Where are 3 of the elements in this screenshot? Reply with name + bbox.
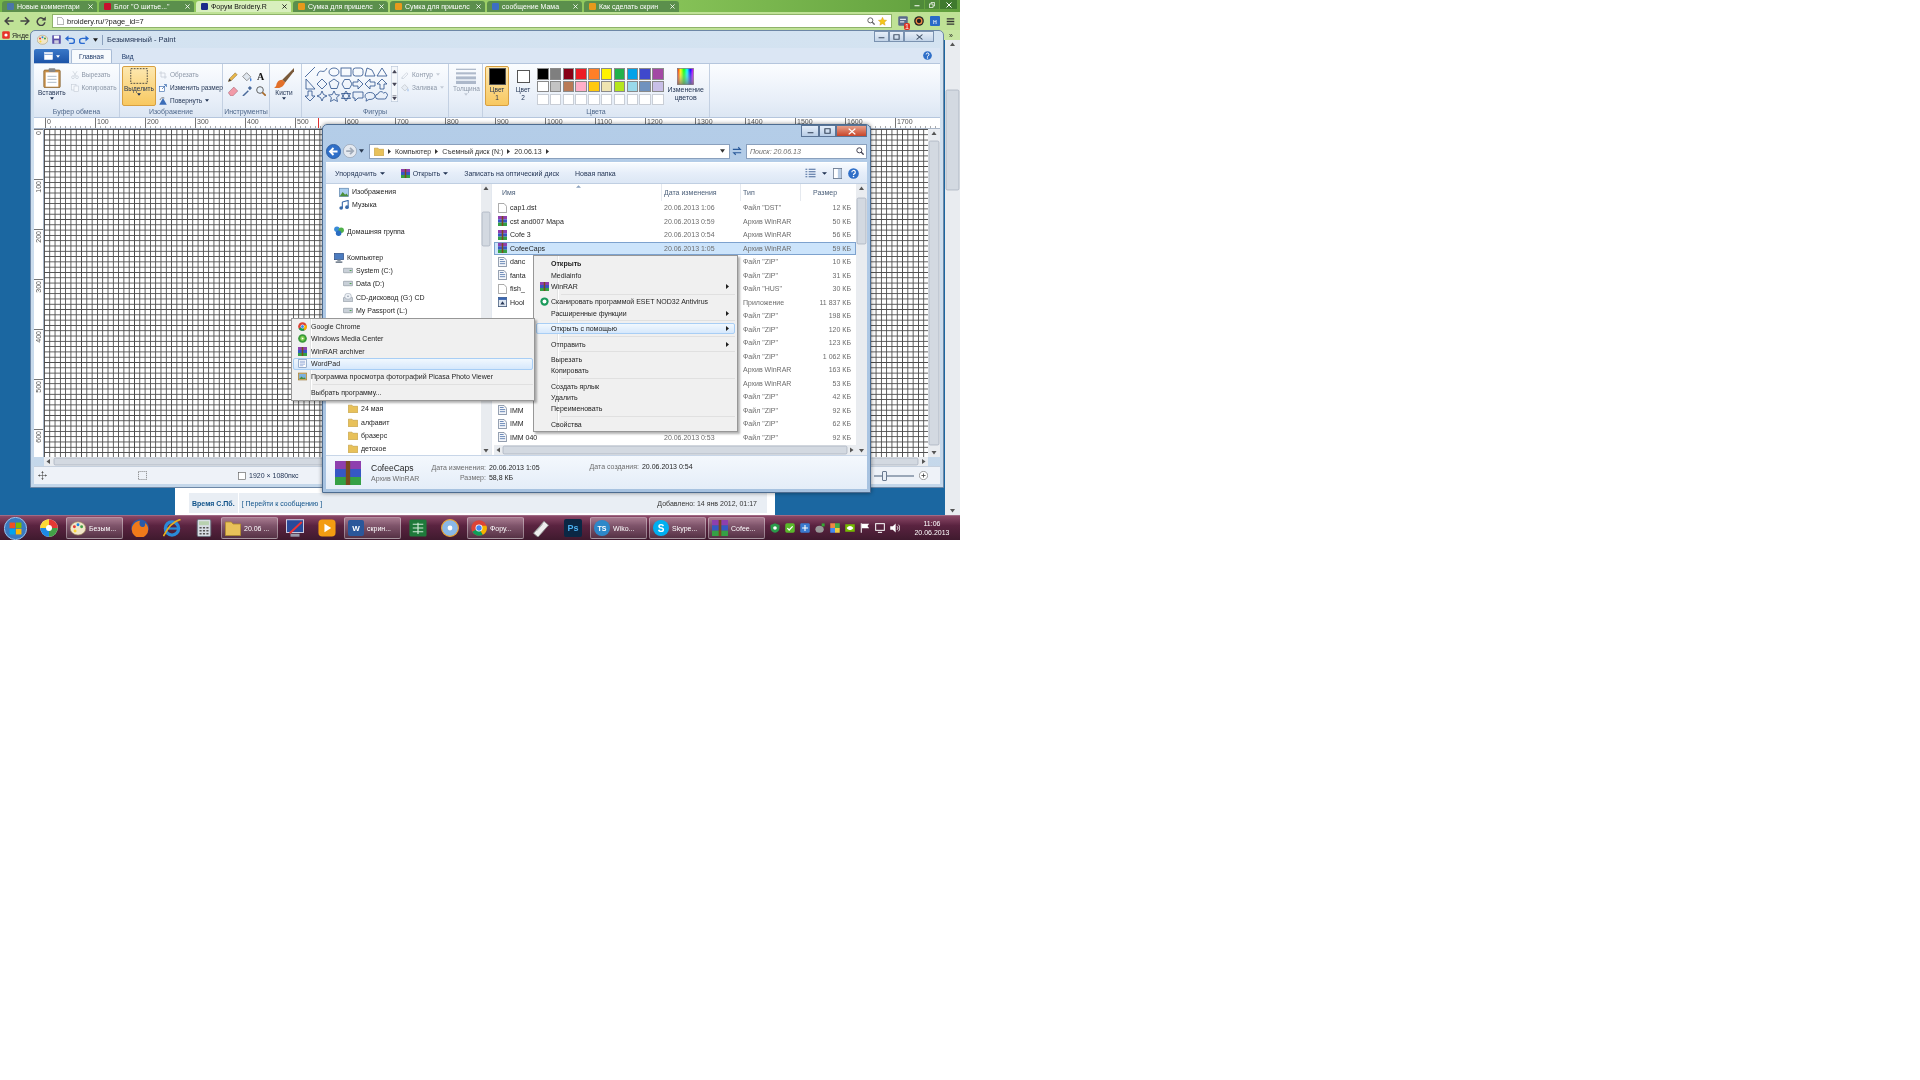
letter-tile-icon: W	[348, 520, 364, 536]
file-name: CofeeCaps	[371, 463, 415, 473]
letter-tile-icon: S	[653, 520, 669, 536]
